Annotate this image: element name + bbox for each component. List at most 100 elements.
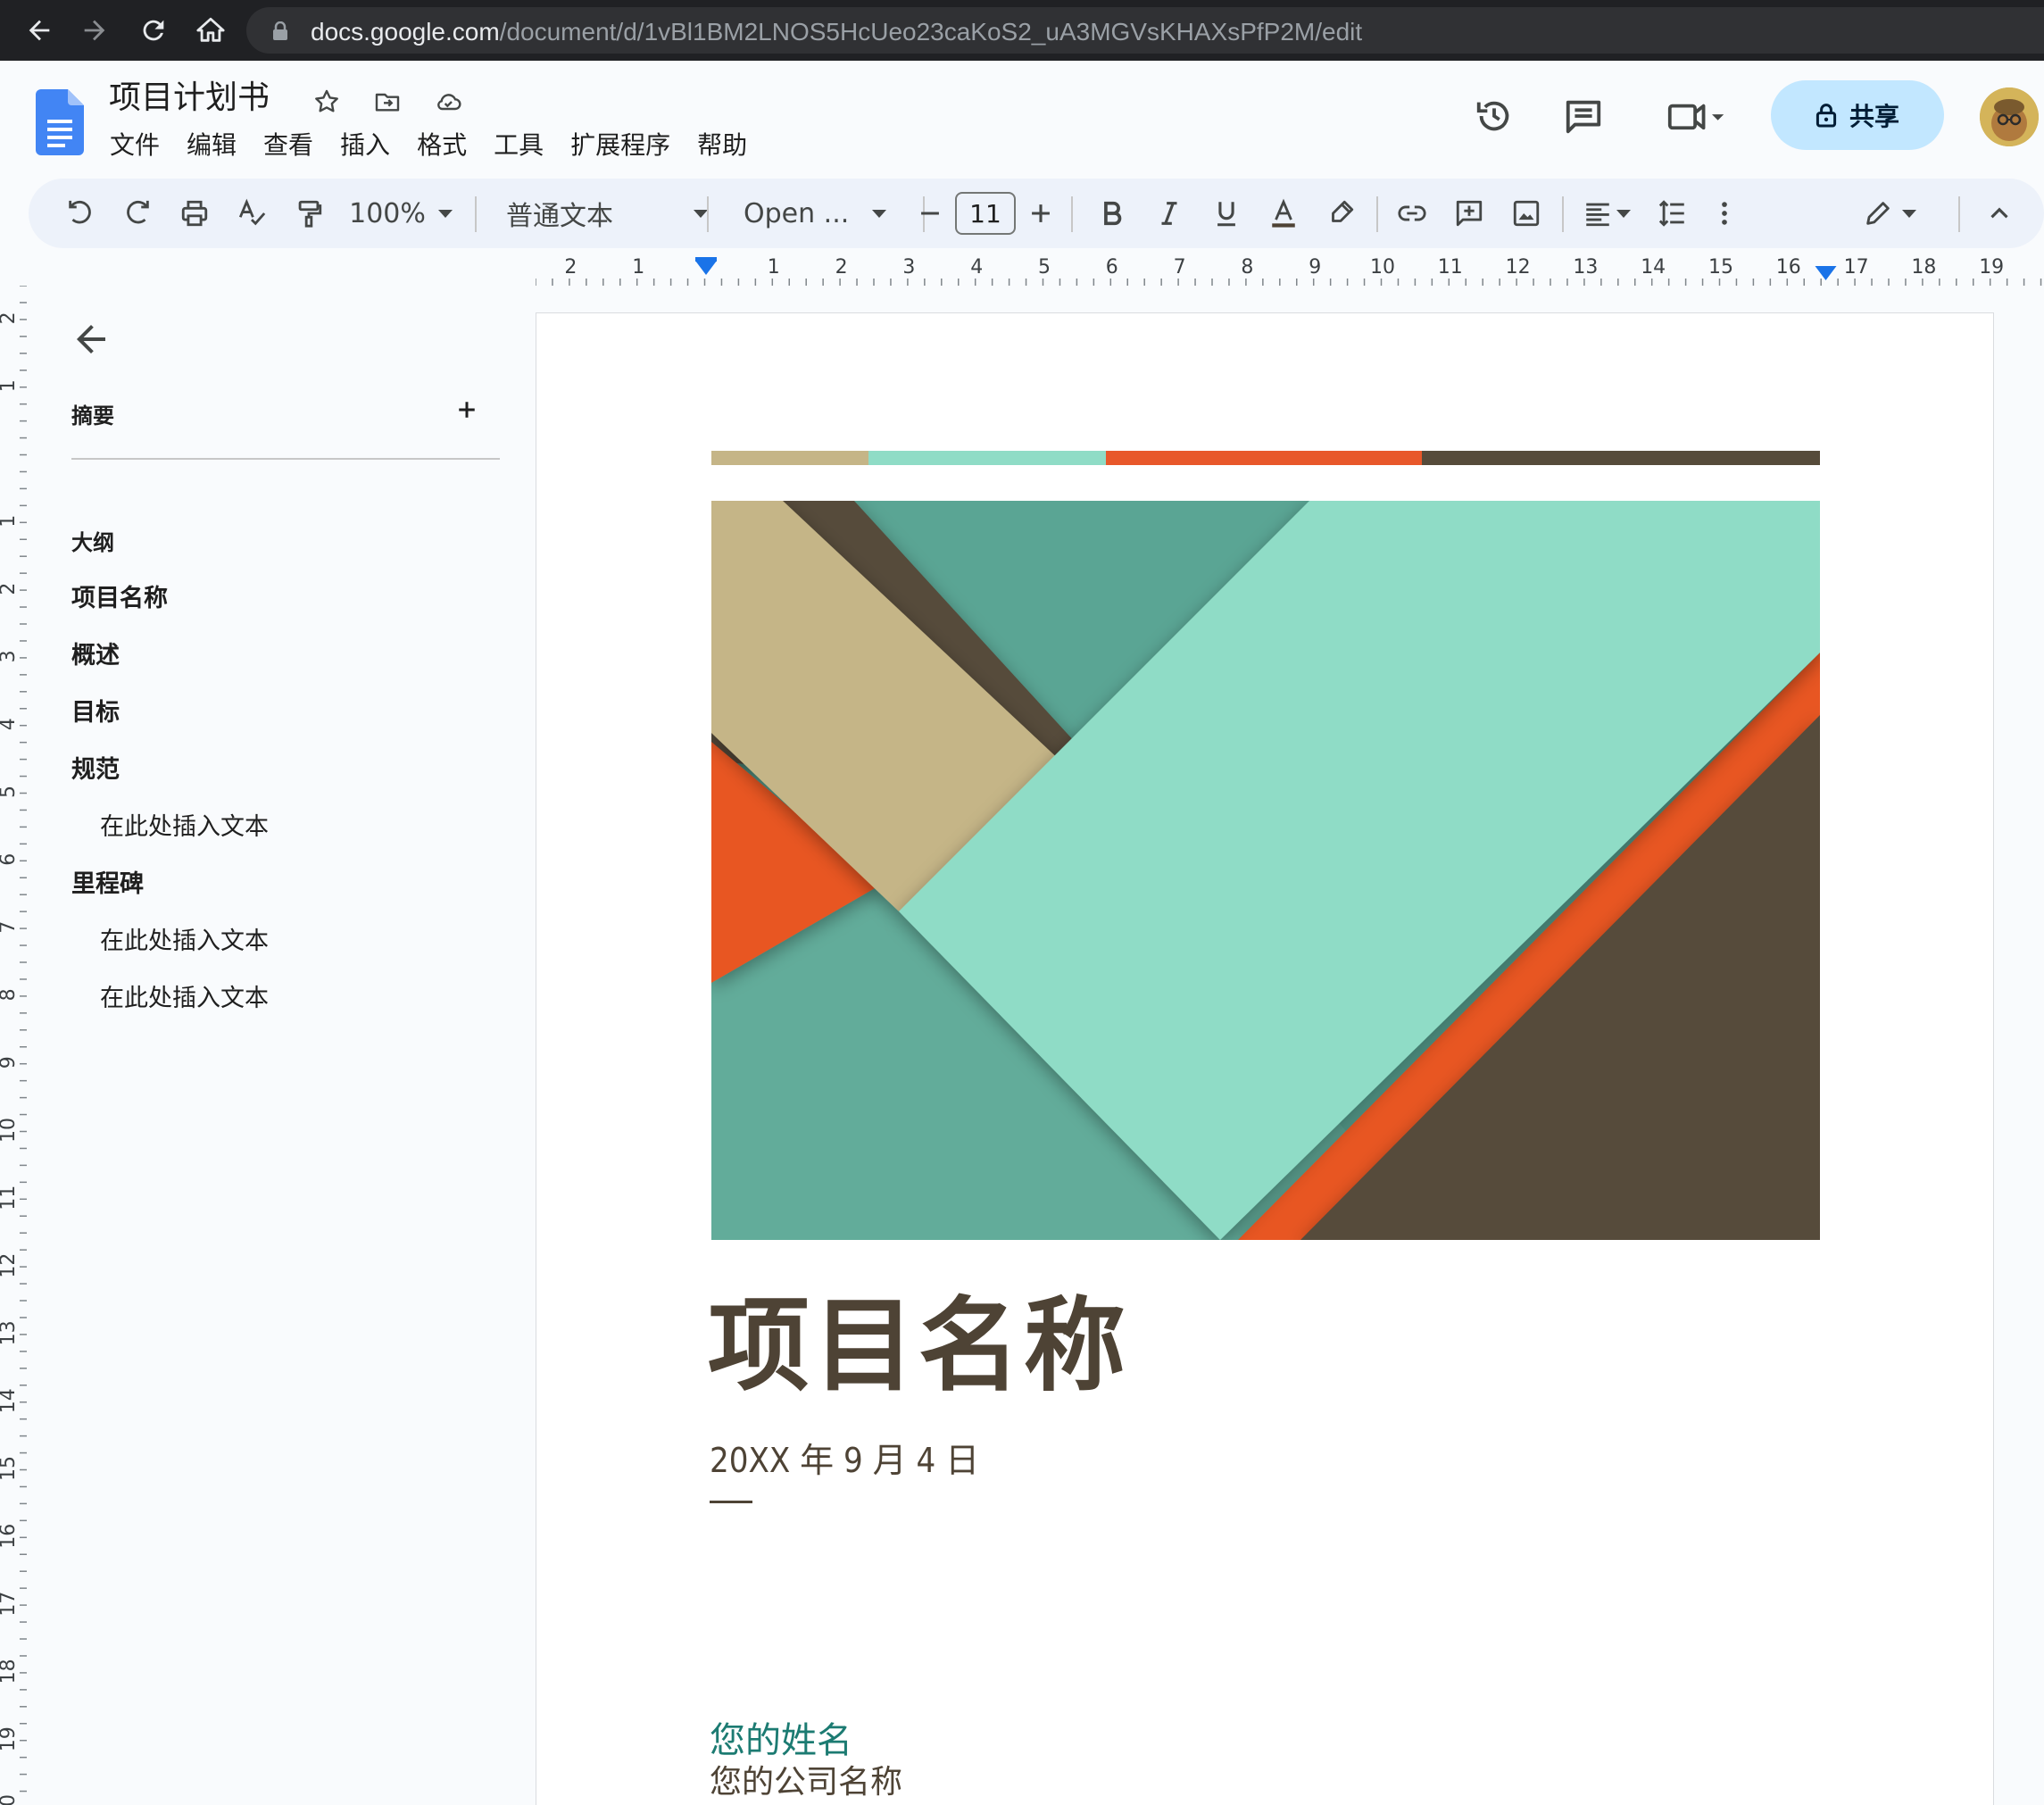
toolbar-divider [1376, 196, 1378, 232]
paragraph-style-select[interactable]: 普通文本 [493, 189, 721, 237]
redo-icon[interactable] [114, 189, 161, 237]
underline-icon[interactable] [1203, 189, 1250, 237]
menu-help[interactable]: 帮助 [684, 129, 760, 162]
ruler-label: 15 [1708, 256, 1733, 279]
outline-item[interactable]: 在此处插入文本 [100, 807, 269, 842]
collapse-toolbar-icon[interactable] [1976, 189, 2023, 237]
ruler-label: 12 [0, 1253, 20, 1278]
decorative-color-bar [711, 451, 1820, 465]
toolbar-divider [1071, 196, 1073, 232]
menu-view[interactable]: 查看 [250, 129, 327, 162]
paint-format-icon[interactable] [286, 189, 332, 237]
link-icon[interactable] [1389, 189, 1435, 237]
font-size-input[interactable]: 11 [955, 192, 1016, 235]
menu-bar: 文件 编辑 查看 插入 格式 工具 扩展程序 帮助 [96, 129, 760, 162]
star-icon[interactable] [309, 86, 345, 118]
left-indent-marker [695, 261, 717, 275]
ruler-label: 11 [0, 1185, 20, 1210]
document-title[interactable]: 项目计划书 [109, 79, 270, 118]
insert-image-icon[interactable] [1503, 189, 1550, 237]
ruler-label: 3 [0, 650, 20, 662]
ruler-label: 1 [632, 256, 644, 279]
decrease-font-size-icon[interactable] [912, 189, 948, 237]
ruler-label: 7 [1174, 256, 1186, 279]
line-spacing-icon[interactable] [1649, 189, 1696, 237]
menu-format[interactable]: 格式 [403, 129, 480, 162]
outline-item[interactable]: 在此处插入文本 [100, 978, 269, 1013]
forward-icon[interactable] [77, 12, 112, 48]
add-summary-button[interactable] [446, 389, 487, 430]
version-history-icon[interactable] [1467, 89, 1521, 143]
ruler-label: 19 [0, 1726, 20, 1751]
ruler-label: 1 [0, 515, 20, 528]
ruler-label: 17 [0, 1592, 20, 1617]
outline-item[interactable]: 概述 [71, 636, 120, 670]
undo-icon[interactable] [57, 189, 104, 237]
print-icon[interactable] [171, 189, 218, 237]
company-name[interactable]: 您的公司名称 [710, 1756, 902, 1802]
more-options-icon[interactable] [1707, 189, 1742, 237]
summary-divider [71, 458, 500, 460]
back-arrow-icon[interactable] [70, 318, 112, 361]
zoom-select[interactable]: 100% [343, 189, 459, 237]
bold-icon[interactable] [1089, 189, 1135, 237]
outline-item[interactable]: 在此处插入文本 [100, 921, 269, 956]
outline-panel: 摘要 大纲 项目名称 概述 目标 规范 在此处插入文本 里程碑 在此处插入文本 在此处插入文本 [27, 295, 527, 1805]
outline-item[interactable]: 里程碑 [71, 864, 144, 899]
back-icon[interactable] [21, 12, 57, 48]
ruler-label: 5 [0, 786, 20, 798]
document-date[interactable]: 20XX 年 9 月 4 日 [710, 1433, 979, 1482]
italic-icon[interactable] [1146, 189, 1192, 237]
menu-tools[interactable]: 工具 [480, 129, 557, 162]
menu-file[interactable]: 文件 [96, 129, 173, 162]
outline-item[interactable]: 目标 [71, 693, 120, 728]
comments-icon[interactable] [1557, 89, 1610, 143]
toolbar: 100% 普通文本 Open ... 11 [29, 179, 2044, 248]
cover-image[interactable] [711, 501, 1820, 1240]
document-page[interactable]: 项目名称 20XX 年 9 月 4 日 您的姓名 您的公司名称 [536, 312, 1994, 1805]
toolbar-divider [707, 196, 709, 232]
add-comment-icon[interactable] [1446, 189, 1492, 237]
avatar[interactable] [1980, 87, 2039, 146]
ruler-label: 4 [970, 256, 983, 279]
cloud-saved-icon[interactable] [430, 86, 466, 118]
address-bar[interactable]: docs.google.com/document/d/1vBl1BM2LNOS5… [246, 7, 2044, 54]
docs-logo-icon[interactable] [36, 89, 84, 155]
editing-mode-select[interactable] [1849, 189, 1930, 237]
outline-item[interactable]: 规范 [71, 750, 120, 785]
increase-font-size-icon[interactable] [1023, 189, 1059, 237]
paragraph-style-value: 普通文本 [506, 201, 613, 232]
ruler-label: 5 [1038, 256, 1051, 279]
color-bar-segment [1106, 451, 1422, 465]
outline-item[interactable]: 项目名称 [71, 578, 168, 613]
right-indent-marker [1815, 266, 1837, 280]
url-path: /document/d/1vBl1BM2LNOS5HcUeo23caKoS2_u… [499, 18, 1363, 46]
ruler-label: 8 [1241, 256, 1253, 279]
align-select[interactable] [1575, 189, 1639, 237]
document-heading[interactable]: 项目名称 [708, 1288, 1129, 1404]
meet-icon[interactable] [1657, 89, 1737, 143]
reload-icon[interactable] [136, 12, 171, 48]
ruler-label: 11 [1438, 256, 1463, 279]
font-family-select[interactable]: Open ... [721, 189, 909, 237]
chevron-down-icon [1616, 209, 1631, 218]
spellcheck-icon[interactable] [228, 189, 275, 237]
menu-edit[interactable]: 编辑 [173, 129, 250, 162]
lock-icon [1816, 104, 1837, 128]
ruler-label: 13 [0, 1320, 20, 1345]
ruler-label: 10 [1370, 256, 1395, 279]
move-folder-icon[interactable] [370, 86, 405, 118]
menu-insert[interactable]: 插入 [327, 129, 403, 162]
color-bar-segment [1422, 451, 1820, 465]
vertical-ruler[interactable]: 211234567891011121314151617181920 [0, 286, 27, 1805]
home-icon[interactable] [193, 12, 228, 48]
ruler-label: 4 [0, 718, 20, 730]
text-color-icon[interactable] [1260, 189, 1307, 237]
horizontal-ruler[interactable]: 2 1 1 2 3 4 5 6 7 8 9 10 11 12 13 14 15 16 17 18 19 [536, 255, 2044, 286]
share-button[interactable]: 共享 [1771, 80, 1944, 150]
ruler-label: 2 [0, 312, 20, 324]
menu-extensions[interactable]: 扩展程序 [557, 129, 684, 162]
browser-bar: docs.google.com/document/d/1vBl1BM2LNOS5… [0, 0, 2044, 61]
ruler-label: 2 [835, 256, 848, 279]
highlight-icon[interactable] [1317, 189, 1364, 237]
